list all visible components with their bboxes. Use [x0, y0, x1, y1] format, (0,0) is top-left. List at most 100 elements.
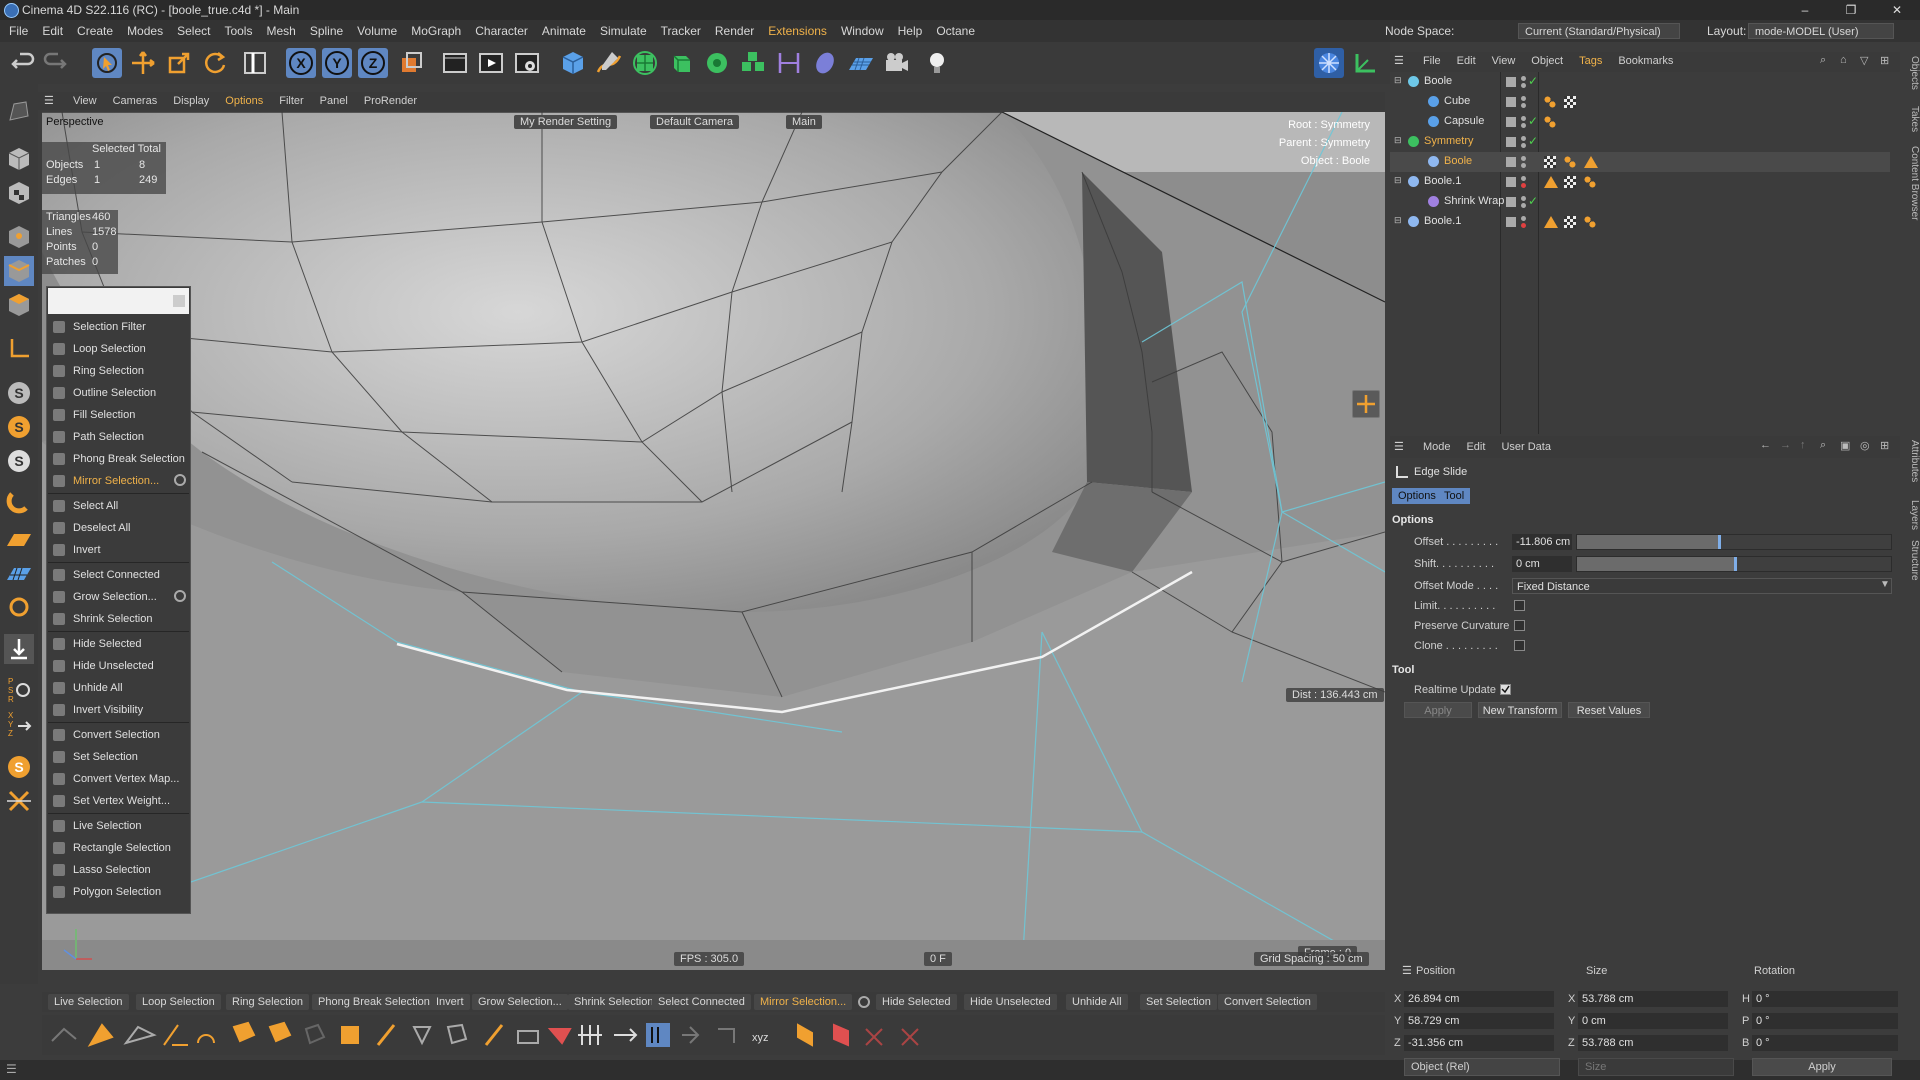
om-menu-tags[interactable]: Tags: [1571, 52, 1610, 70]
popup-item[interactable]: Selection Filter: [48, 317, 189, 337]
popup-item[interactable]: Set Selection: [48, 747, 189, 767]
attr-new-window-icon[interactable]: ⊞: [1880, 439, 1889, 452]
om-menu-edit[interactable]: Edit: [1449, 52, 1484, 70]
popup-item[interactable]: Deselect All: [48, 518, 189, 538]
render-visibility-dot[interactable]: [1521, 83, 1526, 88]
menu-character[interactable]: Character: [468, 20, 535, 42]
floor-icon[interactable]: [846, 48, 876, 78]
size-y-input[interactable]: 0 cm: [1578, 1013, 1728, 1029]
coordinates-apply-button[interactable]: Apply: [1752, 1058, 1892, 1076]
phong-tag-icon[interactable]: [1544, 116, 1556, 128]
layout-dropdown[interactable]: mode-MODEL (User): [1748, 23, 1894, 39]
attr-back-icon[interactable]: ←: [1760, 439, 1771, 451]
points-mode-icon[interactable]: [4, 222, 34, 252]
popup-item[interactable]: Hide Selected: [48, 634, 189, 654]
paint-icon[interactable]: [4, 592, 34, 622]
command-button[interactable]: Grow Selection...: [472, 994, 568, 1010]
popup-item[interactable]: Phong Break Selection: [48, 449, 189, 469]
render-view-icon[interactable]: [440, 48, 470, 78]
menu-mesh[interactable]: Mesh: [259, 20, 302, 42]
popup-item[interactable]: Ring Selection: [48, 361, 189, 381]
rotation-p-input[interactable]: 0 °: [1752, 1013, 1898, 1029]
light-icon[interactable]: [922, 48, 952, 78]
extrude-generator-icon[interactable]: [666, 48, 696, 78]
tree-toggle-icon[interactable]: ⊟: [1394, 75, 1402, 86]
menu-help[interactable]: Help: [891, 20, 930, 42]
layer-visibility-icon[interactable]: [1506, 177, 1516, 187]
om-menu-view[interactable]: View: [1484, 52, 1524, 70]
om-menu-object[interactable]: Object: [1523, 52, 1571, 70]
coordinate-system-icon[interactable]: [396, 48, 426, 78]
checker-tag-icon[interactable]: [1564, 176, 1576, 188]
menu-file[interactable]: File: [2, 20, 35, 42]
object-row[interactable]: Capsule ✓: [1390, 112, 1890, 132]
object-row[interactable]: Cube: [1390, 92, 1890, 112]
offset-input[interactable]: -11.806 cm: [1512, 534, 1572, 550]
object-row[interactable]: ⊟ Boole.1: [1390, 172, 1890, 192]
rotate-tool-icon[interactable]: [200, 48, 230, 78]
popup-item[interactable]: Live Selection: [48, 816, 189, 836]
side-tab-objects[interactable]: Objects: [1900, 56, 1920, 90]
size-x-input[interactable]: 53.788 cm: [1578, 991, 1728, 1007]
menu-volume[interactable]: Volume: [350, 20, 404, 42]
make-editable-icon[interactable]: [4, 96, 34, 126]
render-visibility-dot[interactable]: [1521, 163, 1526, 168]
command-button[interactable]: Invert: [430, 994, 470, 1010]
editor-visibility-dot[interactable]: [1521, 96, 1526, 101]
om-filter-icon[interactable]: ▽: [1860, 54, 1868, 67]
field-icon[interactable]: [810, 48, 840, 78]
magnet-icon[interactable]: [4, 486, 34, 516]
tree-toggle-icon[interactable]: ⊟: [1394, 215, 1402, 226]
menu-octane[interactable]: Octane: [929, 20, 982, 42]
position-x-input[interactable]: 26.894 cm: [1404, 991, 1554, 1007]
snap-settings-icon[interactable]: S: [4, 412, 34, 442]
pen-spline-icon[interactable]: [594, 48, 624, 78]
texture-mode-icon[interactable]: [4, 178, 34, 208]
editor-visibility-dot[interactable]: [1521, 136, 1526, 141]
workplane-icon[interactable]: [1350, 48, 1380, 78]
edges-mode-icon[interactable]: [4, 256, 34, 286]
attribute-manager-menu-icon[interactable]: ☰: [1390, 436, 1412, 458]
popup-item[interactable]: Hide Unselected: [48, 656, 189, 676]
layer-visibility-icon[interactable]: [1506, 77, 1516, 87]
layer-visibility-icon[interactable]: [1506, 217, 1516, 227]
editor-visibility-dot[interactable]: [1521, 196, 1526, 201]
menu-extensions[interactable]: Extensions: [761, 20, 834, 42]
enabled-check-icon[interactable]: ✓: [1528, 134, 1538, 148]
am-menu-user-data[interactable]: User Data: [1493, 436, 1559, 458]
menu-simulate[interactable]: Simulate: [593, 20, 654, 42]
position-z-input[interactable]: -31.356 cm: [1404, 1035, 1554, 1051]
snap-icon[interactable]: S: [4, 378, 34, 408]
popup-item[interactable]: Convert Selection: [48, 725, 189, 745]
offset-mode-dropdown[interactable]: Fixed Distance: [1512, 578, 1892, 594]
popup-item[interactable]: Select Connected: [48, 565, 189, 585]
checker-tag-icon[interactable]: [1564, 96, 1576, 108]
viewport-menu-display[interactable]: Display: [165, 92, 217, 110]
menu-spline[interactable]: Spline: [303, 20, 350, 42]
viewport-menu-view[interactable]: View: [65, 92, 105, 110]
rotation-h-input[interactable]: 0 °: [1752, 991, 1898, 1007]
side-tab-content-browser[interactable]: Content Browser: [1900, 146, 1920, 220]
layer-visibility-icon[interactable]: [1506, 137, 1516, 147]
viewport-menu-prorender[interactable]: ProRender: [356, 92, 425, 110]
minimize-button[interactable]: –: [1782, 0, 1828, 20]
om-search-icon[interactable]: ⌕: [1820, 54, 1826, 67]
side-tab-layers[interactable]: Layers: [1900, 500, 1920, 530]
layer-visibility-icon[interactable]: [1506, 97, 1516, 107]
menu-render[interactable]: Render: [708, 20, 761, 42]
command-button[interactable]: Hide Unselected: [964, 994, 1057, 1010]
popup-search-field[interactable]: [48, 288, 189, 314]
checker-tag-icon[interactable]: [1564, 216, 1576, 228]
grid-snap-icon[interactable]: [4, 558, 34, 588]
psr-toggle-icon[interactable]: PSR: [4, 674, 34, 704]
realtime-update-checkbox[interactable]: [1500, 684, 1511, 695]
close-button[interactable]: ✕: [1874, 0, 1920, 20]
popup-item[interactable]: Grow Selection...: [48, 587, 189, 607]
tree-toggle-icon[interactable]: ⊟: [1394, 135, 1402, 146]
render-visibility-dot[interactable]: [1521, 223, 1526, 228]
maximize-button[interactable]: ❐: [1828, 0, 1874, 20]
popup-item[interactable]: Loop Selection: [48, 339, 189, 359]
om-new-window-icon[interactable]: ⊞: [1880, 54, 1889, 67]
cloner-icon[interactable]: [702, 48, 732, 78]
menu-animate[interactable]: Animate: [535, 20, 593, 42]
